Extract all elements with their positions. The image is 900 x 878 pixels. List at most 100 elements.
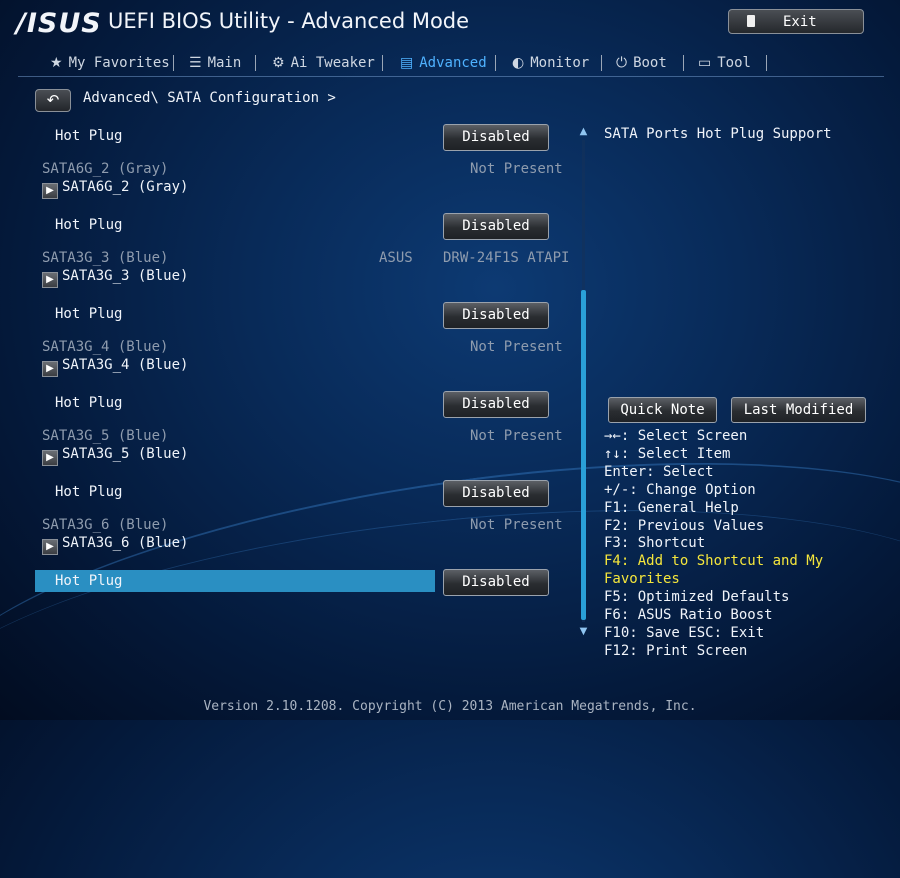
key-hint: F1: General Help [604,499,739,516]
port-status: Not Present [470,428,563,444]
tab-tool[interactable]: ▭ Tool [698,52,751,74]
submenu-label: SATA6G_2 (Gray) [62,179,189,195]
tab-label: Monitor [530,55,590,71]
nav-separator [255,55,256,71]
list-icon: ☰ [189,55,202,71]
help-description: SATA Ports Hot Plug Support [604,126,832,142]
submenu-label: SATA3G_6 (Blue) [62,535,189,551]
hot-plug-label: Hot Plug [55,306,123,322]
version-footer: Version 2.10.1208. Copyright (C) 2013 Am… [203,699,697,714]
port-header: SATA3G_6 (Blue) [42,517,169,533]
hot-plug-row[interactable]: Hot Plug [35,481,435,503]
port-device: DRW-24F1S ATAPI [443,250,570,266]
hot-plug-dropdown[interactable]: Disabled [443,124,549,151]
star-icon: ★ [50,55,63,71]
tab-label: Advanced [419,55,487,71]
key-hint: F2: Previous Values [604,517,765,534]
tab-label: Boot [633,55,667,71]
hot-plug-dropdown[interactable]: Disabled [443,391,549,418]
tweaker-icon: ⚙ [272,55,285,71]
port-status: Not Present [470,161,563,177]
scroll-up-icon[interactable]: ▲ [579,126,588,138]
key-hint: F5: Optimized Defaults [604,589,790,606]
power-icon: ⏻ [616,55,628,71]
exit-button[interactable]: Exit [728,9,864,34]
hot-plug-dropdown[interactable]: Disabled [443,213,549,240]
hot-plug-row-selected[interactable]: Hot Plug [35,570,435,592]
tab-my-favorites[interactable]: ★ My Favorites [50,52,170,74]
key-hint-highlighted: F4: Add to Shortcut and My Favorites [604,553,824,588]
hot-plug-row[interactable]: Hot Plug [35,392,435,414]
advanced-icon: ▤ [400,55,414,71]
nav-separator [766,55,767,71]
key-hint: ↑↓: Select Item [604,445,731,462]
tab-boot[interactable]: ⏻ Boot [616,52,667,74]
port-header: SATA3G_5 (Blue) [42,428,169,444]
exit-door-icon [747,15,755,27]
key-hint: Enter: Select [604,463,714,480]
monitor-icon: ◐ [512,55,525,71]
tab-label: Tool [717,55,751,71]
quick-note-button[interactable]: Quick Note [608,397,717,423]
submenu-arrow-icon: ▶ [42,450,58,466]
key-legend: →←: Select Screen ↑↓: Select Item Enter:… [604,428,900,661]
submenu-label: SATA3G_4 (Blue) [62,357,189,373]
last-modified-button[interactable]: Last Modified [731,397,866,423]
port-header: SATA3G_4 (Blue) [42,339,169,355]
exit-label: Exit [783,14,817,30]
key-hint: →←: Select Screen [604,428,748,444]
back-arrow-icon: ↶ [46,91,60,109]
key-hint: F10: Save ESC: Exit [604,624,765,641]
tab-monitor[interactable]: ◐ Monitor [512,52,589,74]
nav-separator [601,55,602,71]
submenu-arrow-icon: ▶ [42,539,58,555]
printer-icon: ▭ [698,55,712,71]
hot-plug-label: Hot Plug [55,128,123,144]
scrollbar-thumb[interactable] [581,290,586,620]
port-submenu-sata3g-6[interactable]: ▶ SATA3G_6 (Blue) [42,535,188,555]
tab-label: My Favorites [68,55,170,71]
app-title: UEFI BIOS Utility - Advanced Mode [108,9,470,33]
port-status: Not Present [470,517,563,533]
hot-plug-row[interactable]: Hot Plug [35,214,435,236]
asus-logo: /ISUS [16,8,102,39]
submenu-label: SATA3G_3 (Blue) [62,268,189,284]
port-submenu-sata6g-2[interactable]: ▶ SATA6G_2 (Gray) [42,179,188,199]
hot-plug-dropdown[interactable]: Disabled [443,302,549,329]
submenu-arrow-icon: ▶ [42,361,58,377]
port-header: SATA3G_3 (Blue) [42,250,169,266]
tab-label: Ai Tweaker [290,55,375,71]
scroll-down-icon[interactable]: ▼ [579,626,588,638]
key-hint: F6: ASUS Ratio Boost [604,607,773,624]
hot-plug-dropdown[interactable]: Disabled [443,480,549,507]
key-hint: F3: Shortcut [604,535,706,552]
hot-plug-row[interactable]: Hot Plug [35,303,435,325]
tab-advanced[interactable]: ▤ Advanced [400,52,487,74]
port-submenu-sata3g-4[interactable]: ▶ SATA3G_4 (Blue) [42,357,188,377]
tab-main[interactable]: ☰ Main [189,52,241,74]
tab-label: Main [207,55,242,71]
submenu-arrow-icon: ▶ [42,183,58,199]
submenu-label: SATA3G_5 (Blue) [62,446,189,462]
nav-separator [382,55,383,71]
key-hint: +/-: Change Option [604,481,756,498]
nav-separator [173,55,174,71]
breadcrumb: Advanced\ SATA Configuration > [83,90,336,106]
hot-plug-label: Hot Plug [55,217,123,233]
port-vendor: ASUS [379,250,413,266]
port-submenu-sata3g-3[interactable]: ▶ SATA3G_3 (Blue) [42,268,188,288]
nav-separator [495,55,496,71]
tab-ai-tweaker[interactable]: ⚙ Ai Tweaker [272,52,375,74]
port-submenu-sata3g-5[interactable]: ▶ SATA3G_5 (Blue) [42,446,188,466]
hot-plug-label: Hot Plug [55,395,123,411]
port-status: Not Present [470,339,563,355]
hot-plug-label: Hot Plug [55,573,123,589]
port-header: SATA6G_2 (Gray) [42,161,169,177]
key-hint: F12: Print Screen [604,642,748,659]
back-button[interactable]: ↶ [35,89,71,112]
submenu-arrow-icon: ▶ [42,272,58,288]
hot-plug-dropdown[interactable]: Disabled [443,569,549,596]
main-nav: ★ My Favorites ☰ Main ⚙ Ai Tweaker ▤ Advance… [18,52,884,74]
nav-separator [683,55,684,71]
hot-plug-row[interactable]: Hot Plug [35,125,435,147]
